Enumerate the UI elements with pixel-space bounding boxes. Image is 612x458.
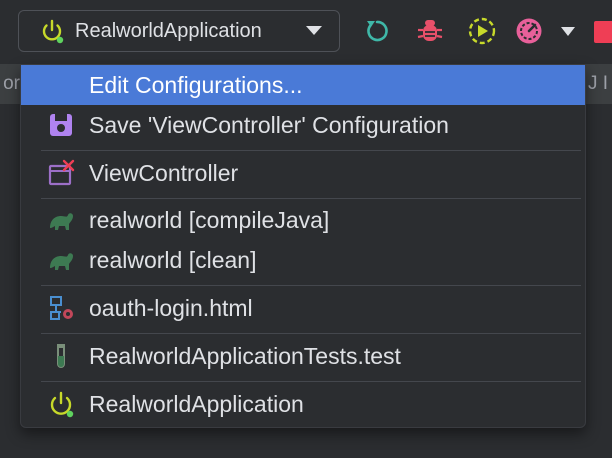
run-with-coverage-icon[interactable] xyxy=(467,16,497,46)
menu-item-label: ViewController xyxy=(89,159,239,186)
menu-separator xyxy=(41,381,581,382)
menu-item-label: realworld [compileJava] xyxy=(89,206,330,233)
menu-item-label: Edit Configurations... xyxy=(89,71,303,98)
run-config-label: RealworldApplication xyxy=(75,19,262,42)
menu-item-save-configuration[interactable]: Save 'ViewController' Configuration xyxy=(21,105,585,145)
menu-item-edit-configurations[interactable]: Edit Configurations... xyxy=(21,65,585,105)
menu-separator xyxy=(41,198,581,199)
menu-separator xyxy=(41,150,581,151)
gradle-icon xyxy=(50,253,73,270)
power-icon xyxy=(50,391,74,418)
html-run-icon xyxy=(50,296,73,320)
background-editor-fragment-right: J I xyxy=(586,64,612,104)
run-configuration-selector[interactable]: RealworldApplication xyxy=(18,10,340,52)
menu-item-label: RealworldApplication xyxy=(89,390,304,417)
menu-item-label: RealworldApplicationTests.test xyxy=(89,342,401,369)
temporary-config-icon xyxy=(48,159,75,186)
rerun-icon[interactable] xyxy=(362,16,392,46)
menu-item-gradle-clean[interactable]: realworld [clean] xyxy=(21,240,585,280)
test-tube-icon xyxy=(57,344,65,368)
menu-item-realworld-application[interactable]: RealworldApplication xyxy=(21,384,585,424)
menu-item-label: Save 'ViewController' Configuration xyxy=(89,111,449,138)
main-toolbar: RealworldApplication xyxy=(0,0,612,64)
menu-item-label: realworld [clean] xyxy=(89,246,257,273)
background-editor-fragment-left: or xyxy=(0,64,20,104)
menu-item-oauth-login[interactable]: oauth-login.html xyxy=(21,288,585,328)
menu-item-viewcontroller[interactable]: ViewController xyxy=(21,153,585,193)
menu-separator xyxy=(41,285,581,286)
save-icon xyxy=(50,114,72,136)
menu-item-gradle-compilejava[interactable]: realworld [compileJava] xyxy=(21,200,585,240)
chevron-down-icon xyxy=(306,26,322,35)
gradle-icon xyxy=(50,213,73,230)
menu-separator xyxy=(41,333,581,334)
run-configurations-popup: Edit Configurations... Save 'ViewControl… xyxy=(20,64,586,428)
stop-icon[interactable] xyxy=(594,21,612,43)
debug-bug-icon[interactable] xyxy=(415,16,445,46)
menu-item-tests[interactable]: RealworldApplicationTests.test xyxy=(21,336,585,376)
profiler-icon[interactable] xyxy=(514,16,544,46)
menu-item-label: oauth-login.html xyxy=(89,294,253,321)
more-chevron-icon[interactable] xyxy=(560,26,576,38)
power-icon xyxy=(42,19,64,44)
